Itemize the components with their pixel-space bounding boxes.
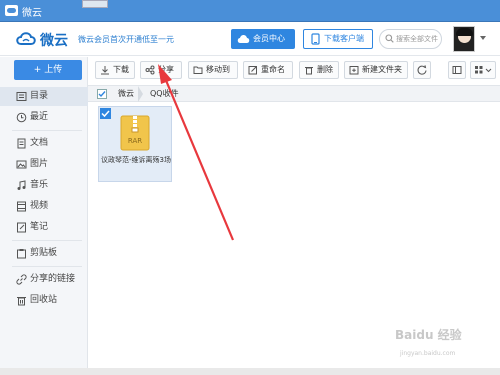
sidebar-item-shared-links[interactable]: 分享的链接 bbox=[0, 270, 88, 289]
sidebar-item-label: 音乐 bbox=[30, 180, 49, 190]
toolbar: 下载 分享 移动到 重命名 删除 新建文件夹 bbox=[88, 57, 500, 85]
refresh-button[interactable] bbox=[413, 61, 431, 79]
new-folder-button[interactable]: 新建文件夹 bbox=[344, 61, 408, 79]
sidebar-item-label: 回收站 bbox=[30, 295, 58, 305]
image-icon bbox=[16, 160, 27, 169]
trash-icon bbox=[17, 297, 26, 306]
document-icon bbox=[17, 138, 26, 149]
window-title: 微云 bbox=[22, 8, 42, 19]
upload-button[interactable]: + 上传 bbox=[14, 60, 82, 80]
search-input[interactable]: 搜索全部文件 bbox=[379, 29, 442, 49]
sidebar-item-videos[interactable]: 视频 bbox=[0, 197, 88, 216]
sidebar-item-clipboard[interactable]: 剪贴板 bbox=[0, 244, 88, 263]
download-client-button[interactable]: 下载客户端 bbox=[303, 29, 373, 49]
sidebar-item-directory[interactable]: 目录 bbox=[0, 87, 88, 106]
sidebar-item-label: 视频 bbox=[30, 201, 49, 211]
refresh-icon bbox=[417, 65, 427, 75]
sidebar-item-label: 目录 bbox=[30, 91, 49, 101]
trash-icon bbox=[305, 67, 313, 75]
share-icon bbox=[145, 65, 155, 75]
sidebar: + 上传 目录 最近 文档 图片 音乐 视频 笔记 剪贴板 分享的链接 回收站 bbox=[0, 57, 88, 375]
link-icon bbox=[16, 274, 27, 285]
clipboard-icon bbox=[17, 249, 26, 259]
divider bbox=[12, 240, 82, 241]
folder-icon bbox=[16, 92, 27, 101]
chevron-down-icon[interactable] bbox=[480, 36, 486, 40]
new-folder-icon bbox=[349, 66, 359, 75]
download-label: 下载 bbox=[113, 65, 129, 74]
sidebar-item-notes[interactable]: 笔记 bbox=[0, 218, 88, 237]
sidebar-item-documents[interactable]: 文档 bbox=[0, 134, 88, 153]
weiyun-logo-icon bbox=[16, 32, 36, 45]
download-client-label: 下载客户端 bbox=[324, 34, 364, 43]
move-to-label: 移动到 bbox=[206, 65, 230, 74]
sidebar-item-label: 剪贴板 bbox=[30, 248, 58, 258]
note-icon bbox=[17, 222, 26, 233]
download-icon bbox=[101, 66, 109, 75]
baidu-watermark-url: jingyan.baidu.com bbox=[400, 350, 456, 357]
search-icon bbox=[385, 34, 394, 43]
breadcrumb-root[interactable]: 微云 bbox=[118, 88, 134, 100]
rename-button[interactable]: 重命名 bbox=[243, 61, 293, 79]
sidebar-item-recycle-bin[interactable]: 回收站 bbox=[0, 291, 88, 310]
sidebar-item-recent[interactable]: 最近 bbox=[0, 108, 88, 127]
list-view-icon bbox=[452, 66, 462, 74]
sidebar-item-label: 图片 bbox=[30, 159, 49, 169]
thumbnail-image bbox=[82, 0, 108, 8]
sidebar-item-music[interactable]: 音乐 bbox=[0, 176, 88, 195]
title-bar: 微云 bbox=[0, 0, 500, 22]
grid-view-button[interactable] bbox=[470, 61, 496, 79]
move-to-button[interactable]: 移动到 bbox=[188, 61, 238, 79]
folder-move-icon bbox=[193, 66, 203, 74]
rar-archive-icon: RAR bbox=[120, 115, 150, 151]
sidebar-item-label: 文档 bbox=[30, 138, 49, 148]
delete-button[interactable]: 删除 bbox=[299, 61, 339, 79]
select-all-checkbox[interactable] bbox=[97, 89, 107, 99]
edit-icon bbox=[248, 66, 257, 75]
clock-icon bbox=[16, 112, 27, 123]
sidebar-item-images[interactable]: 图片 bbox=[0, 155, 88, 174]
breadcrumb-separator bbox=[138, 86, 143, 102]
grid-view-icon bbox=[475, 66, 492, 74]
file-name: 议政琴范-维诉离殇3场 bbox=[101, 156, 171, 164]
phone-icon bbox=[311, 33, 320, 45]
weiyun-app-icon bbox=[5, 5, 18, 16]
user-avatar[interactable] bbox=[453, 26, 475, 52]
new-folder-label: 新建文件夹 bbox=[362, 65, 402, 74]
bottom-edge bbox=[0, 368, 500, 375]
list-view-button[interactable] bbox=[448, 61, 466, 79]
divider bbox=[12, 130, 82, 131]
vip-promo-link[interactable]: 微云会员首次开通低至一元 bbox=[78, 34, 174, 45]
search-placeholder: 搜索全部文件 bbox=[396, 35, 438, 43]
cloud-vip-icon bbox=[237, 35, 250, 43]
file-type-label: RAR bbox=[128, 137, 142, 145]
baidu-watermark: Baidu 经验 bbox=[395, 328, 462, 342]
rename-label: 重命名 bbox=[261, 65, 285, 74]
delete-label: 删除 bbox=[317, 65, 333, 74]
video-icon bbox=[17, 201, 26, 212]
sidebar-item-label: 笔记 bbox=[30, 222, 49, 232]
breadcrumb-current[interactable]: QQ收件 bbox=[150, 88, 179, 100]
checkmark-icon bbox=[101, 110, 110, 118]
checkmark-icon bbox=[98, 91, 106, 98]
file-item[interactable]: RAR 议政琴范-维诉离殇3场 bbox=[98, 106, 172, 182]
sidebar-item-label: 分享的链接 bbox=[30, 274, 76, 284]
download-button[interactable]: 下载 bbox=[95, 61, 135, 79]
breadcrumb: 微云 QQ收件 bbox=[88, 85, 500, 102]
share-label: 分享 bbox=[158, 65, 174, 74]
music-icon bbox=[17, 180, 26, 190]
divider bbox=[12, 266, 82, 267]
vip-center-button[interactable]: 会员中心 bbox=[231, 29, 295, 49]
share-button[interactable]: 分享 bbox=[140, 61, 182, 79]
vip-center-label: 会员中心 bbox=[253, 34, 285, 43]
app-header: 微云 微云会员首次开通低至一元 会员中心 下载客户端 搜索全部文件 bbox=[0, 22, 500, 56]
weiyun-window: 微云 微云 微云会员首次开通低至一元 会员中心 下载客户端 搜索全部文件 + 上… bbox=[0, 0, 500, 375]
sidebar-item-label: 最近 bbox=[30, 112, 49, 122]
logo-text: 微云 bbox=[40, 33, 68, 49]
file-checkbox[interactable] bbox=[100, 108, 111, 119]
